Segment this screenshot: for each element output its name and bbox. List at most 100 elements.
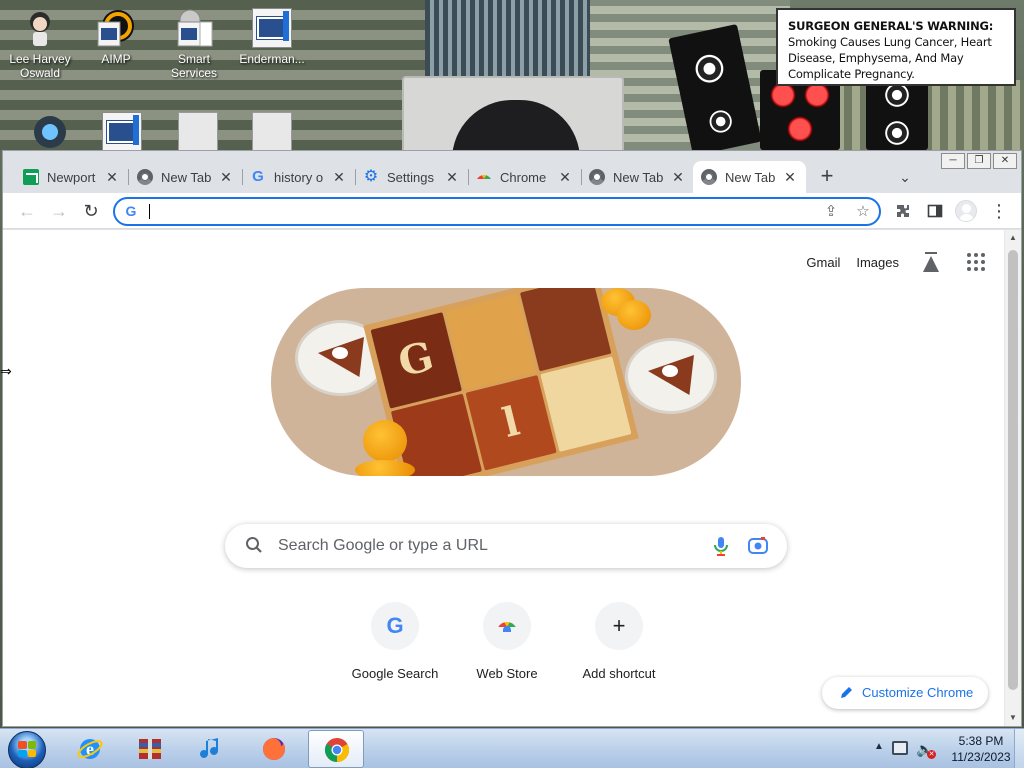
scroll-down-arrow[interactable]: ▼ (1005, 710, 1021, 726)
shortcut-add[interactable]: + Add shortcut (563, 600, 675, 681)
side-panel-icon[interactable] (923, 199, 947, 223)
search-placeholder: Search Google or type a URL (278, 537, 488, 554)
menu-kebab-icon[interactable]: ⋮ (987, 199, 1011, 223)
profile-avatar[interactable] (955, 200, 977, 222)
tab-newport[interactable]: Newport ✕ (15, 161, 129, 193)
address-bar[interactable]: G ⇪ ☆ (113, 197, 881, 226)
warning-text: Smoking Causes Lung Cancer, Heart Diseas… (788, 35, 992, 81)
reload-button[interactable]: ↻ (79, 199, 103, 223)
tab-close-icon[interactable]: ✕ (218, 169, 234, 185)
new-tab-button[interactable]: + (815, 165, 839, 189)
shortcut-label: Web Store (476, 666, 538, 681)
doc-stack-icon (252, 112, 292, 150)
desktop-icon-enderman[interactable]: Enderman... (234, 8, 310, 66)
desktop-wallpaper: SURGEON GENERAL'S WARNING: Smoking Cause… (0, 0, 1024, 150)
windows-flag-icon (18, 741, 36, 757)
share-icon[interactable]: ⇪ (821, 202, 841, 222)
desktop-icon-partial[interactable] (160, 112, 236, 150)
webstore-icon (476, 175, 492, 183)
gmail-link[interactable]: Gmail (806, 255, 840, 270)
tab-new-tab[interactable]: New Tab ✕ (581, 161, 694, 193)
back-button[interactable]: ← (15, 199, 39, 223)
tab-title: Settings (387, 169, 434, 185)
extensions-icon[interactable] (891, 199, 915, 223)
google-icon: G (252, 168, 264, 185)
shortcut-label: Add shortcut (582, 666, 656, 681)
tab-search-button[interactable]: ⌄ (893, 165, 917, 189)
tab-settings[interactable]: ⚙ Settings ✕ (355, 161, 469, 193)
clock-time: 5:38 PM (958, 734, 1004, 748)
text-caret (149, 204, 150, 219)
tab-close-icon[interactable]: ✕ (670, 169, 686, 185)
gear-doc-icon (174, 8, 214, 48)
shortcuts-row: G Google Search Web Store + Add shortcut (339, 600, 675, 681)
shortcut-tile (483, 602, 531, 650)
ntp-search-box[interactable]: Search Google or type a URL (225, 524, 787, 568)
toolbar: ← → ↻ G ⇪ ☆ ⋮ (3, 193, 1021, 229)
tab-new-tab-active[interactable]: New Tab ✕ (693, 161, 806, 193)
system-tray: ▲ 🔈 ✕ 5:38 PM 11/23/2023 (864, 729, 1024, 768)
taskbar: e ▲ 🔈 ✕ 5:38 PM 11/23/2023 (0, 728, 1024, 768)
google-doodle[interactable]: G l (271, 288, 741, 476)
music-icon (200, 738, 218, 758)
surgeon-general-warning: SURGEON GENERAL'S WARNING: Smoking Cause… (776, 8, 1016, 86)
tab-title: New Tab (613, 169, 664, 185)
volume-muted-icon[interactable]: 🔈 ✕ (916, 741, 936, 759)
camera-icon (30, 112, 70, 150)
taskbar-archiver[interactable] (122, 730, 178, 768)
desktop-icon-aimp[interactable]: AIMP (78, 8, 154, 66)
tab-close-icon[interactable]: ✕ (331, 169, 347, 185)
desktop-icon-partial[interactable] (12, 112, 88, 150)
webstore-icon (497, 622, 517, 632)
chrome-icon (324, 738, 350, 762)
microphone-icon[interactable] (711, 535, 731, 557)
tab-close-icon[interactable]: ✕ (557, 169, 573, 185)
show-hidden-icons-arrow[interactable]: ▲ (874, 741, 884, 752)
tab-new-tab[interactable]: New Tab ✕ (129, 161, 243, 193)
desktop-icon-smart-services[interactable]: Smart Services (156, 8, 232, 80)
search-icon (246, 537, 262, 553)
chrome-icon (701, 169, 717, 185)
taskbar-music-player[interactable] (184, 730, 240, 768)
shortcut-google-search[interactable]: G Google Search (339, 600, 451, 681)
tab-close-icon[interactable]: ✕ (444, 169, 460, 185)
forward-button[interactable]: → (47, 199, 71, 223)
tab-close-icon[interactable]: ✕ (782, 169, 798, 185)
pencil-icon (841, 687, 852, 698)
top-links: Gmail Images (790, 250, 987, 274)
tab-chrome-web-store[interactable]: Chrome ✕ (468, 161, 582, 193)
chrome-icon (589, 169, 605, 185)
taskbar-chrome[interactable] (308, 730, 364, 768)
taskbar-internet-explorer[interactable]: e (62, 730, 118, 768)
desktop-icon-partial[interactable] (84, 112, 160, 150)
tab-history[interactable]: G history o ✕ (242, 161, 356, 193)
customize-chrome-button[interactable]: Customize Chrome (822, 677, 988, 709)
google-icon: G (125, 203, 137, 219)
labs-flask-icon[interactable] (919, 250, 943, 274)
bookmark-star-icon[interactable]: ☆ (853, 202, 873, 222)
scroll-thumb[interactable] (1008, 250, 1018, 690)
start-button[interactable] (4, 730, 50, 768)
desktop-icon-label: Lee Harvey Oswald (9, 52, 71, 80)
page-scrollbar[interactable]: ▲ ▼ (1004, 230, 1021, 726)
system-clock[interactable]: 5:38 PM 11/23/2023 (944, 733, 1018, 765)
tab-title: Newport (47, 169, 96, 185)
taskbar-firefox[interactable] (246, 730, 302, 768)
gear-icon: ⚙ (363, 168, 379, 185)
tab-close-icon[interactable]: ✕ (104, 169, 120, 185)
scroll-up-arrow[interactable]: ▲ (1005, 230, 1021, 246)
google-lens-icon[interactable] (747, 535, 769, 557)
google-apps-icon[interactable] (963, 250, 987, 274)
show-desktop-button[interactable] (1014, 729, 1024, 768)
images-link[interactable]: Images (856, 255, 899, 270)
new-tab-page: Gmail Images G l Search Google or type a… (3, 230, 1021, 726)
desktop-icon-partial[interactable] (234, 112, 310, 150)
address-input[interactable] (147, 202, 787, 221)
doodle-share-icon[interactable] (727, 458, 741, 476)
doc-icon (252, 8, 292, 48)
shortcut-web-store[interactable]: Web Store (451, 600, 563, 681)
network-icon[interactable] (892, 741, 908, 755)
chrome-window: ─ ❐ ✕ Newport ✕ New Tab ✕ G history o ✕ … (2, 150, 1022, 727)
desktop-icon-lee-harvey-oswald[interactable]: Lee Harvey Oswald (2, 8, 78, 80)
tab-title: history o (274, 169, 324, 185)
